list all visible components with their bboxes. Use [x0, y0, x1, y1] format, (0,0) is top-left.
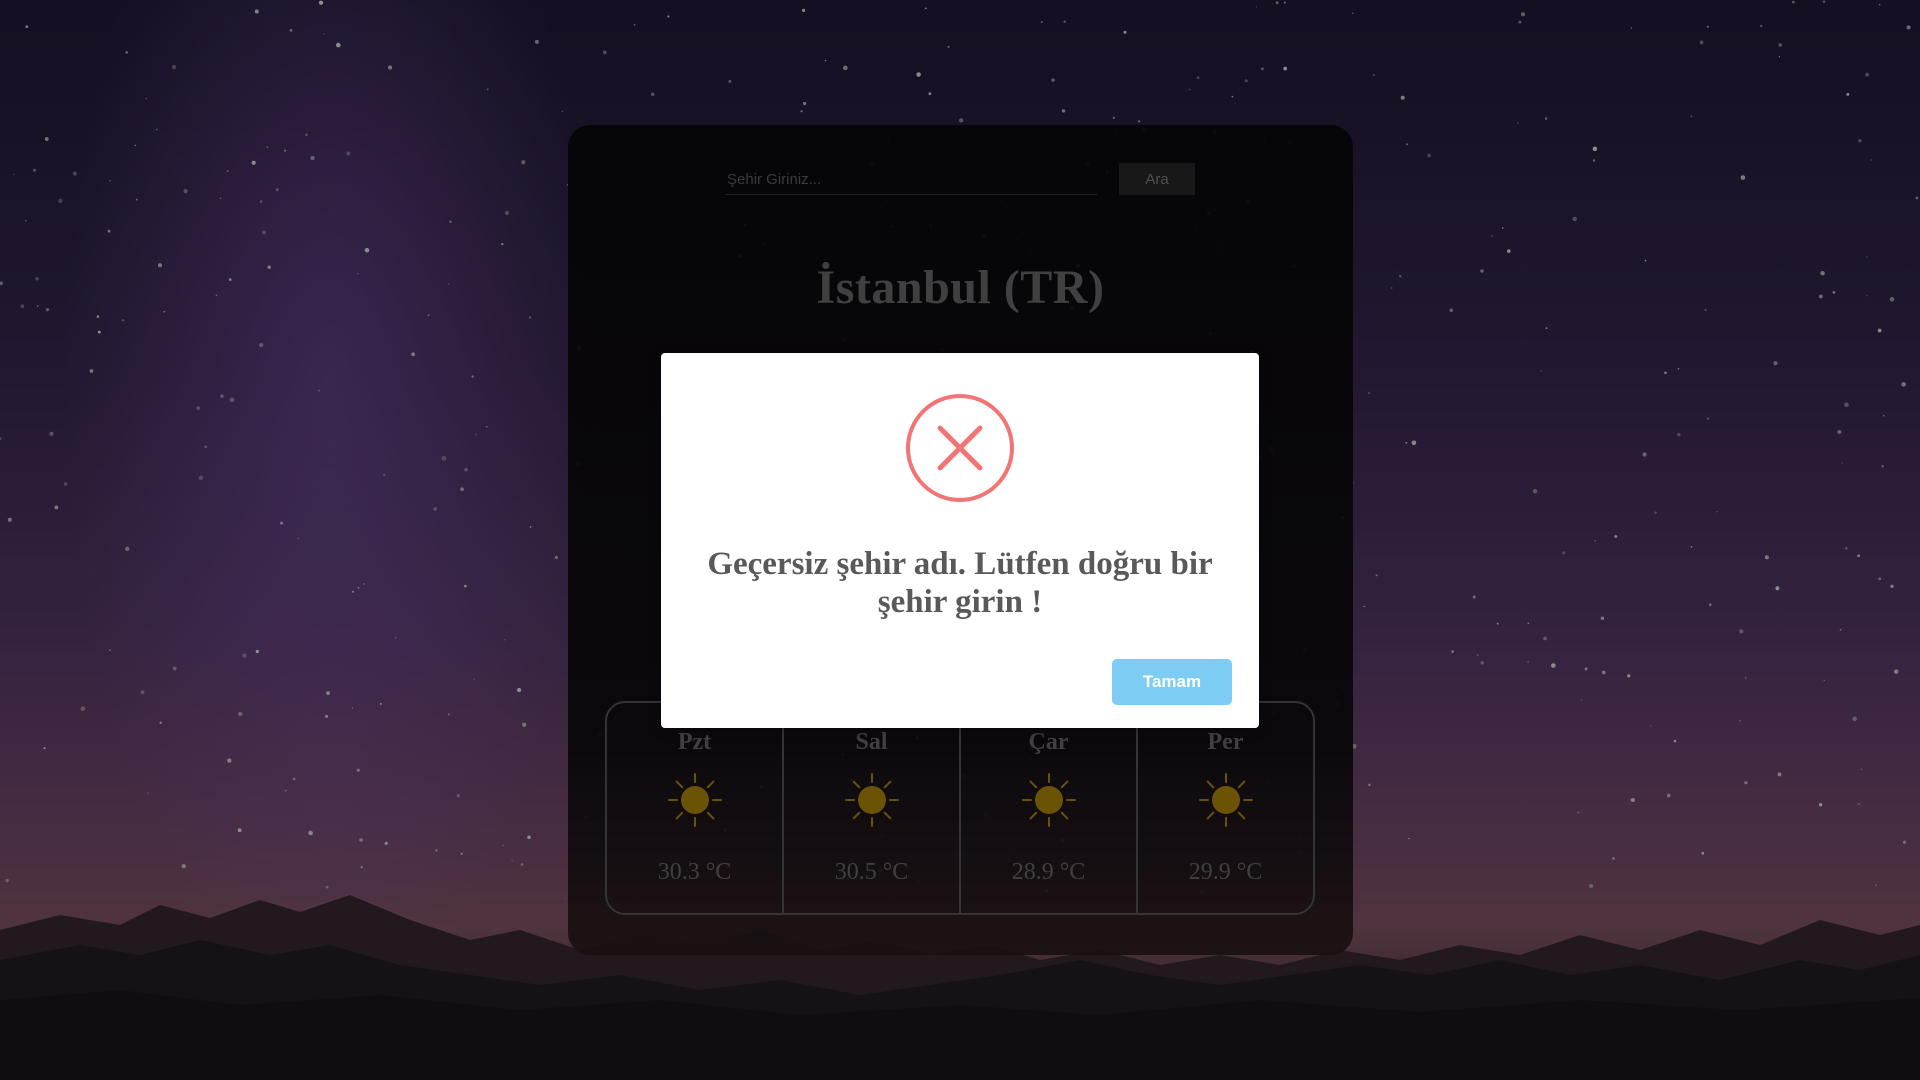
error-icon	[906, 394, 1014, 502]
confirm-button[interactable]: Tamam	[1112, 659, 1232, 705]
error-message: Geçersiz şehir adı. Lütfen doğru bir şeh…	[707, 546, 1213, 620]
error-dialog: Geçersiz şehir adı. Lütfen doğru bir şeh…	[661, 353, 1259, 728]
